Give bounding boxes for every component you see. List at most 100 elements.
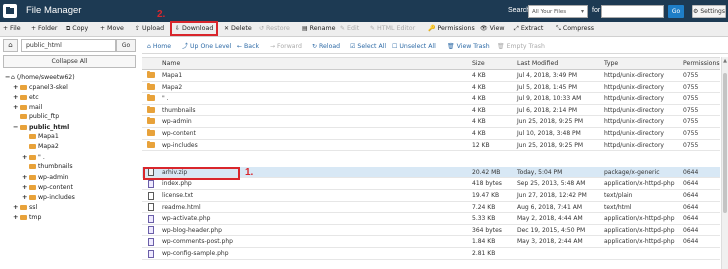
file-permissions: 0755 [683, 130, 699, 137]
nav-up-one-level-button[interactable]: ⤴ Up One Level [182, 41, 231, 52]
settings-button[interactable]: ⚙ Settings [692, 5, 726, 18]
copy-button[interactable]: ⧉ Copy [66, 22, 88, 36]
tree-item-unnamed[interactable]: + " . [22, 152, 45, 162]
move-button[interactable]: + Move [100, 22, 124, 36]
table-row[interactable]: readme.html 7.24 KB Aug 6, 2018, 7:41 AM te… [142, 202, 720, 214]
tree-item-public-html[interactable]: − public_html [13, 122, 69, 132]
file-modified: Sep 25, 2013, 5:48 AM [517, 180, 586, 188]
delete-button[interactable]: ✕ Delete [224, 22, 252, 36]
table-row[interactable]: wp-includes 12 KB Jun 25, 2018, 9:25 PM htt… [142, 140, 720, 152]
column-header-size[interactable]: Size [472, 58, 485, 70]
scrollbar-thumb[interactable] [723, 73, 727, 213]
nav-view-trash-button[interactable]: 🗑 View Trash [447, 41, 490, 52]
tree-item-label: public_html [29, 124, 70, 131]
edit-button[interactable]: ✎ Edit [340, 22, 359, 36]
table-row[interactable]: " . 4 KB Jul 9, 2018, 10:33 AM httpd/unix-d… [142, 93, 720, 105]
trash-icon: 🗑 [497, 43, 505, 50]
permissions-button[interactable]: 🔑 Permissions [428, 22, 475, 36]
expand-toggle-icon[interactable]: + [13, 202, 19, 212]
nav-unselect-all-button[interactable]: ☐ Unselect All [392, 41, 436, 52]
extract-button[interactable]: ⤢ Extract [514, 22, 543, 36]
nav-forward-button[interactable]: → Forward [270, 41, 302, 52]
path-input[interactable]: public_html [21, 39, 116, 52]
table-row[interactable]: index.php 418 bytes Sep 25, 2013, 5:48 AM a… [142, 178, 720, 190]
nav-home-button[interactable]: ⌂ Home [147, 41, 171, 52]
file-size: 19.47 KB [472, 192, 500, 199]
collapse-all-button[interactable]: Collapse All [3, 55, 136, 68]
expand-toggle-icon[interactable]: + [13, 82, 19, 92]
file-modified: Jul 5, 2018, 1:45 PM [517, 83, 578, 91]
file-modified: Jun 27, 2018, 12:42 PM [517, 192, 587, 199]
folder-icon [147, 105, 155, 113]
tree-item-public-ftp[interactable]: public_ftp [13, 112, 59, 122]
collapse-toggle-icon[interactable]: − [13, 122, 19, 132]
tree-item-mail[interactable]: + mail [13, 102, 42, 112]
expand-toggle-icon[interactable]: + [22, 182, 28, 192]
column-header-permissions[interactable]: Permissions [683, 58, 720, 70]
new-file-button[interactable]: + File [3, 22, 21, 36]
tree-item-etc[interactable]: + etc [13, 92, 39, 102]
expand-toggle-icon[interactable]: + [13, 212, 19, 222]
search-input[interactable] [601, 5, 664, 18]
tree-item-wp-content[interactable]: + wp-content [22, 182, 73, 192]
scroll-up-arrow-icon[interactable]: ▲ [722, 58, 728, 64]
table-row[interactable]: wp-comments-post.php 1.84 KB May 3, 2018, … [142, 236, 720, 248]
table-row[interactable]: license.txt 19.47 KB Jun 27, 2018, 12:42 P… [142, 190, 720, 202]
table-row[interactable]: thumbnails 4 KB Jul 6, 2018, 2:14 PM httpd/… [142, 105, 720, 117]
column-header-name[interactable]: Name [162, 58, 180, 70]
new-folder-button[interactable]: + Folder [31, 22, 58, 36]
copy-icon: ⧉ [66, 25, 71, 32]
search-scope-select[interactable]: All Your Files ▾ [528, 5, 588, 18]
rename-button[interactable]: ▤ Rename [302, 22, 336, 36]
tree-item-mapa1[interactable]: Mapa1 [22, 132, 59, 142]
table-row[interactable]: wp-blog-header.php 364 bytes Dec 19, 2015,… [142, 225, 720, 237]
table-row[interactable]: wp-activate.php 5.33 KB May 2, 2018, 4:44 … [142, 213, 720, 225]
tree-item-label: wp-includes [38, 194, 75, 201]
table-row[interactable]: Mapa2 4 KB Jul 5, 2018, 1:45 PM httpd/unix-… [142, 82, 720, 94]
table-row[interactable]: wp-config-sample.php 2.81 KB [142, 248, 720, 260]
checkbox-empty-icon: ☐ [392, 43, 398, 50]
view-button[interactable]: 👁 View [480, 22, 505, 36]
compress-button[interactable]: ⤡ Compress [556, 22, 594, 36]
table-row[interactable]: Mapa1 4 KB Jul 4, 2018, 3:49 PM httpd/unix-… [142, 70, 720, 82]
checkbox-checked-icon: ☑ [350, 43, 356, 50]
tree-item-mapa2[interactable]: Mapa2 [22, 142, 59, 152]
nav-reload-button[interactable]: ↻ Reload [312, 41, 340, 52]
tree-item-thumbnails[interactable]: thumbnails [22, 162, 73, 172]
table-row[interactable]: wp-content 4 KB Jul 10, 2018, 3:48 PM httpd… [142, 128, 720, 140]
file-modified: Dec 19, 2015, 4:50 PM [517, 226, 586, 234]
tree-item-tmp[interactable]: + tmp [13, 212, 41, 222]
column-header-type[interactable]: Type [604, 58, 618, 70]
plus-icon: + [31, 25, 37, 32]
expand-toggle-icon[interactable]: + [22, 152, 28, 162]
file-size: 1.84 KB [472, 238, 496, 246]
expand-toggle-icon[interactable]: + [22, 172, 28, 182]
file-size: 12 KB [472, 141, 490, 149]
expand-toggle-icon[interactable]: + [13, 102, 19, 112]
tree-item-home[interactable]: −⌂ (/home/sweetw62) [5, 72, 75, 82]
home-directory-button[interactable]: ⌂ [3, 39, 18, 52]
file-modified: Jun 25, 2018, 9:25 PM [517, 141, 583, 149]
file-permissions: 0644 [683, 192, 699, 199]
tree-item-ssl[interactable]: + ssl [13, 202, 37, 212]
expand-toggle-icon[interactable]: + [13, 92, 19, 102]
arrow-right-icon: → [270, 43, 276, 50]
vertical-scrollbar[interactable]: ▲ [721, 57, 728, 269]
tree-item-wp-admin[interactable]: + wp-admin [22, 172, 69, 182]
path-go-button[interactable]: Go [116, 39, 136, 52]
upload-label: Upload [142, 25, 165, 32]
table-row[interactable]: wp-admin 4 KB Jun 25, 2018, 9:25 PM httpd/u… [142, 116, 720, 128]
nav-back-button[interactable]: ← Back [237, 41, 259, 52]
html-editor-button[interactable]: ✎ HTML Editor [370, 22, 415, 36]
file-size: 418 bytes [472, 180, 502, 188]
column-header-last-modified[interactable]: Last Modified [517, 58, 558, 70]
tree-item-cpanel3-skel[interactable]: + cpanel3-skel [13, 82, 68, 92]
restore-button[interactable]: ↺ Restore [259, 22, 290, 36]
expand-toggle-icon[interactable]: + [22, 192, 28, 202]
nav-empty-trash-button[interactable]: 🗑 Empty Trash [497, 41, 545, 52]
restore-label: Restore [266, 25, 290, 32]
search-go-button[interactable]: Go [668, 5, 684, 18]
upload-button[interactable]: ⇪ Upload [135, 22, 164, 36]
tree-item-wp-includes[interactable]: + wp-includes [22, 192, 75, 202]
nav-select-all-button[interactable]: ☑ Select All [350, 41, 386, 52]
